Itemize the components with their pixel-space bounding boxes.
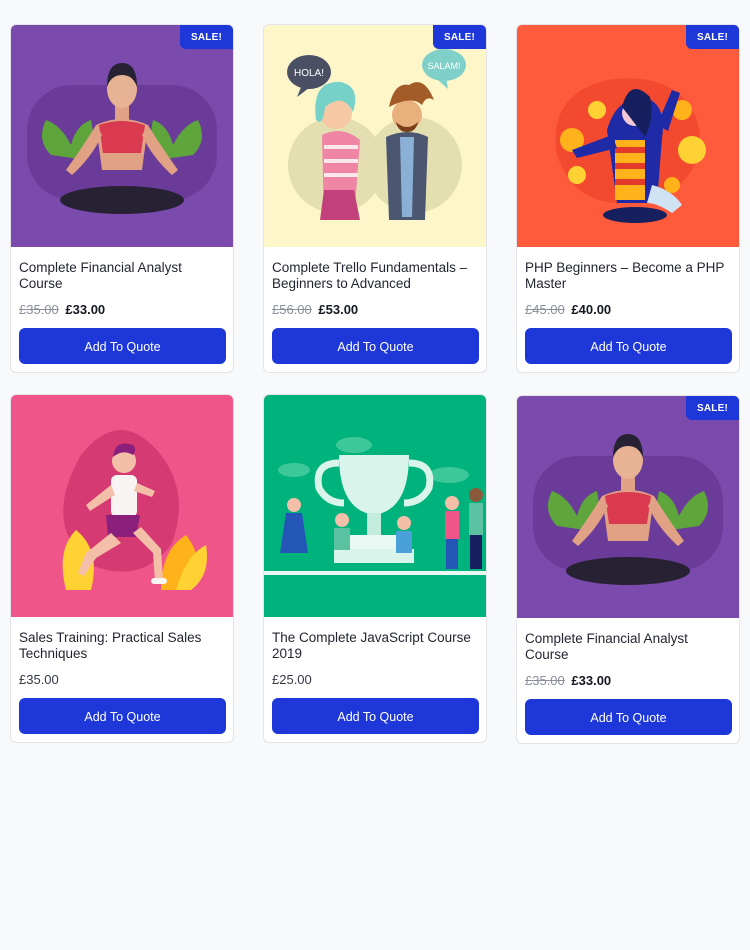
product-card: Sales Training: Practical Sales Techniqu… xyxy=(10,394,234,743)
product-card: The Complete JavaScript Course 2019 £25.… xyxy=(263,394,487,743)
add-to-quote-button[interactable]: Add To Quote xyxy=(19,698,226,734)
original-price: £35.00 xyxy=(19,302,59,317)
product-title[interactable]: Sales Training: Practical Sales Techniqu… xyxy=(19,630,225,662)
product-info: Complete Financial Analyst Course £35.00… xyxy=(517,618,739,743)
product-info: Complete Trello Fundamentals – Beginners… xyxy=(264,247,486,372)
add-to-quote-button[interactable]: Add To Quote xyxy=(525,699,732,735)
add-to-quote-button[interactable]: Add To Quote xyxy=(525,328,732,364)
product-card: SALE! Complete Financial Analyst Course … xyxy=(10,24,234,373)
sale-badge: SALE! xyxy=(433,25,486,49)
add-to-quote-button[interactable]: Add To Quote xyxy=(19,328,226,364)
sale-price: £53.00 xyxy=(318,302,359,317)
product-image[interactable]: SALE! xyxy=(11,25,233,247)
regular-price: £25.00 xyxy=(272,672,312,687)
original-price: £56.00 xyxy=(272,302,312,317)
sale-price: £33.00 xyxy=(571,673,612,688)
speech-bubble-right: SALAM! xyxy=(427,61,460,71)
product-info: Complete Financial Analyst Course £35.00… xyxy=(11,247,233,372)
product-image[interactable] xyxy=(11,395,233,617)
celebration-illustration-icon xyxy=(517,25,739,247)
product-price: £35.00 £33.00 xyxy=(525,673,731,689)
product-title[interactable]: Complete Trello Fundamentals – Beginners… xyxy=(272,260,478,292)
speech-bubble-left: HOLA! xyxy=(294,68,324,79)
trophy-team-illustration-icon xyxy=(264,395,486,617)
product-price: £35.00 £33.00 xyxy=(19,302,225,318)
original-price: £35.00 xyxy=(525,673,565,688)
product-title[interactable]: Complete Financial Analyst Course xyxy=(525,631,731,663)
original-price: £45.00 xyxy=(525,302,565,317)
regular-price: £35.00 xyxy=(19,672,59,687)
product-card: SALE! PHP Beginners – Become a PHP Maste… xyxy=(516,24,740,373)
add-to-quote-button[interactable]: Add To Quote xyxy=(272,328,479,364)
product-card: SALE! Complete Financial Analyst Course … xyxy=(516,395,740,744)
product-price: £25.00 xyxy=(272,672,478,688)
yoga-illustration-icon xyxy=(517,396,739,618)
product-title[interactable]: The Complete JavaScript Course 2019 xyxy=(272,630,478,662)
product-price: £45.00 £40.00 xyxy=(525,302,731,318)
conversation-illustration-icon: HOLA! SALAM! xyxy=(264,25,486,247)
product-title[interactable]: Complete Financial Analyst Course xyxy=(19,260,225,292)
sale-badge: SALE! xyxy=(686,396,739,420)
product-image[interactable]: HOLA! SALAM! SALE! xyxy=(264,25,486,247)
sale-badge: SALE! xyxy=(686,25,739,49)
sale-badge: SALE! xyxy=(180,25,233,49)
product-info: The Complete JavaScript Course 2019 £25.… xyxy=(264,617,486,742)
product-info: PHP Beginners – Become a PHP Master £45.… xyxy=(517,247,739,372)
sale-price: £33.00 xyxy=(65,302,106,317)
product-image[interactable]: SALE! xyxy=(517,25,739,247)
yoga-illustration-icon xyxy=(11,25,233,247)
runner-illustration-icon xyxy=(11,395,233,617)
product-card: HOLA! SALAM! SALE! Complete Trello Funda… xyxy=(263,24,487,373)
sale-price: £40.00 xyxy=(571,302,612,317)
product-image[interactable]: SALE! xyxy=(517,396,739,618)
product-price: £56.00 £53.00 xyxy=(272,302,478,318)
add-to-quote-button[interactable]: Add To Quote xyxy=(272,698,479,734)
product-info: Sales Training: Practical Sales Techniqu… xyxy=(11,617,233,742)
product-price: £35.00 xyxy=(19,672,225,688)
product-image[interactable] xyxy=(264,395,486,617)
product-title[interactable]: PHP Beginners – Become a PHP Master xyxy=(525,260,731,292)
